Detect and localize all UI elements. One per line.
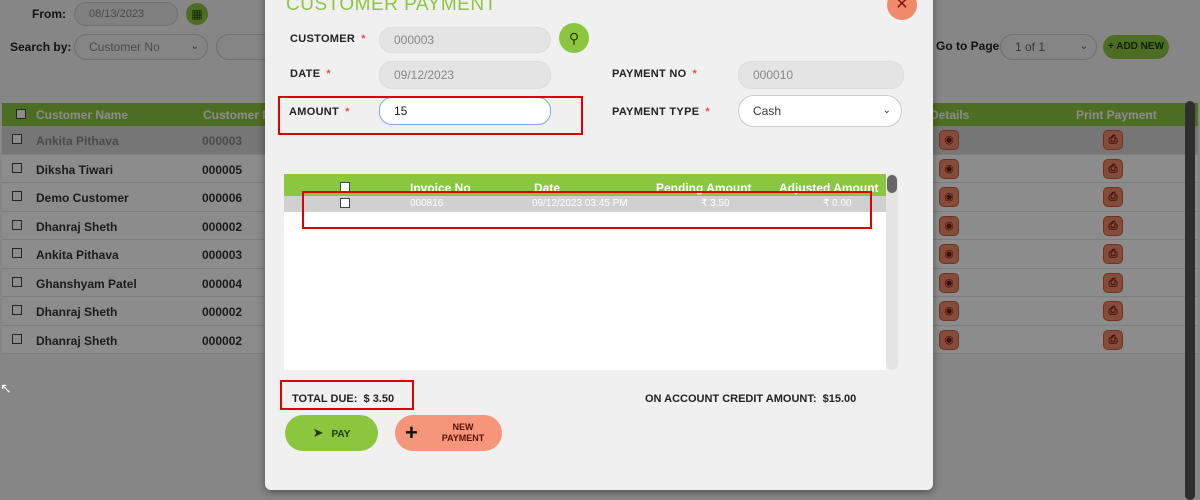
credit-amount-value: $15.00	[822, 393, 857, 405]
invoice-scrollbar-thumb[interactable]	[887, 175, 897, 193]
payment-type-label: PAYMENT TYPE *	[612, 106, 710, 118]
search-icon[interactable]: ⚲	[559, 23, 589, 53]
date-label: DATE *	[290, 68, 331, 80]
new-payment-button[interactable]: + NEW PAYMENT	[395, 415, 502, 451]
invoice-row-highlight-box	[302, 191, 872, 229]
pay-button[interactable]: ➤ PAY	[285, 415, 378, 451]
invoice-scrollbar-track[interactable]	[886, 174, 898, 370]
credit-amount: ON ACCOUNT CREDIT AMOUNT: $15.00	[645, 393, 857, 405]
amount-highlight-box	[278, 96, 583, 135]
plus-icon: +	[405, 420, 418, 445]
payment-no-label: PAYMENT NO *	[612, 68, 698, 80]
date-field[interactable]: 09/12/2023	[379, 61, 551, 89]
total-due-highlight-box	[280, 380, 414, 410]
customer-field[interactable]: 000003	[379, 27, 551, 53]
payment-type-select[interactable]: Cash ⌄	[738, 95, 902, 127]
payment-type-value: Cash	[753, 104, 782, 118]
mouse-cursor-icon: ↖	[0, 380, 12, 396]
modal-title: CUSTOMER PAYMENT	[286, 0, 497, 15]
chevron-down-icon: ⌄	[882, 105, 891, 116]
customer-label: CUSTOMER *	[290, 33, 366, 45]
payment-no-field[interactable]: 000010	[738, 61, 904, 89]
send-icon: ➤	[312, 425, 324, 440]
